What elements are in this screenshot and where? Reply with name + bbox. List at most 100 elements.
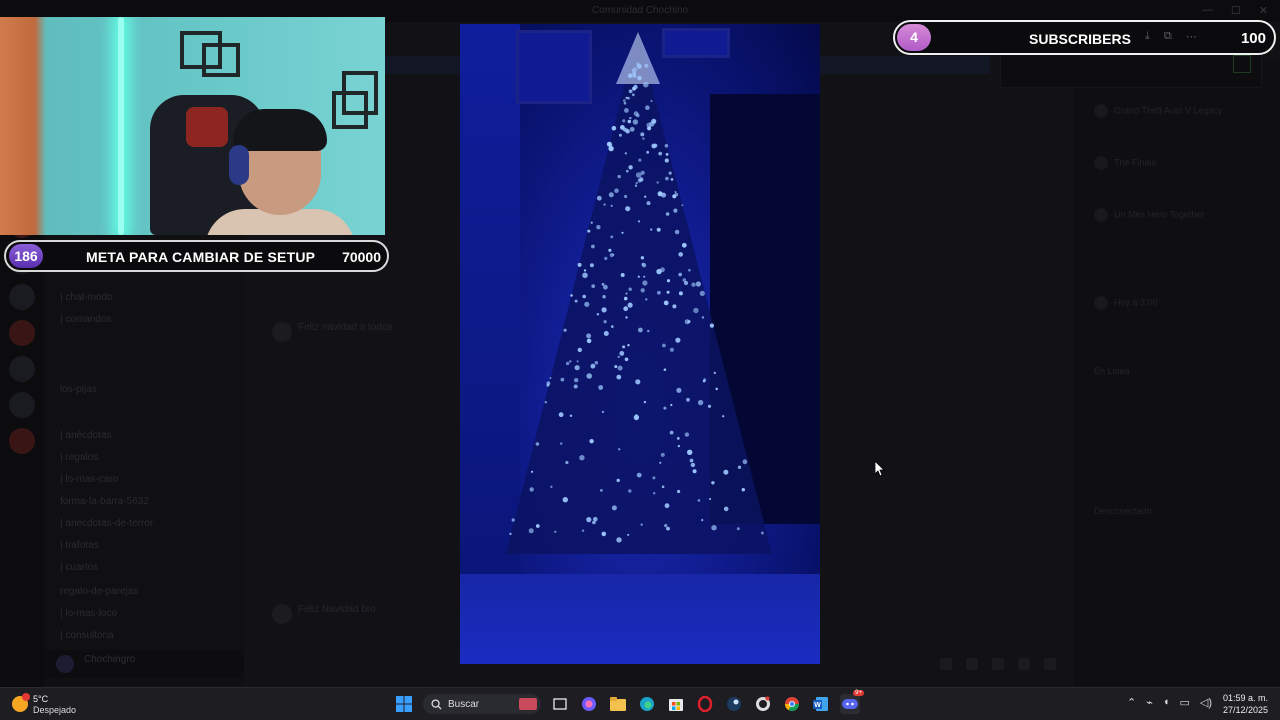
channel-item[interactable]: los-pijas (60, 384, 97, 395)
gear-icon[interactable] (1018, 658, 1030, 670)
tree-light (614, 365, 618, 369)
tree-light (591, 244, 595, 249)
opera-icon[interactable] (695, 694, 715, 714)
weather-condition: Despejado (33, 705, 77, 715)
steam-icon[interactable] (724, 694, 744, 714)
network-icon[interactable]: ⌁ (1146, 696, 1153, 709)
fullscreen-icon[interactable] (1044, 658, 1056, 670)
tree-light (635, 379, 641, 385)
subscribers-count: 4 (897, 24, 931, 51)
tree-light (573, 384, 578, 389)
tree-light (576, 360, 579, 363)
minimize-icon[interactable]: — (1202, 4, 1213, 17)
headset-icon (229, 145, 249, 185)
server-icon[interactable] (9, 356, 35, 382)
taskbar: 5°C Despejado Buscar W 9+ ⌃ ⌁ ◖ ▭ ◁) 01:… (0, 687, 1280, 720)
close-icon[interactable]: ✕ (1259, 4, 1268, 17)
avatar[interactable] (272, 604, 292, 624)
copilot-icon[interactable] (579, 694, 599, 714)
headset-icon[interactable] (966, 658, 978, 670)
channel-item[interactable]: forma-la-barra-5632 (60, 496, 149, 507)
taskbar-search[interactable]: Buscar (423, 694, 541, 714)
discord-icon[interactable]: 9+ (840, 690, 864, 714)
tree-light (590, 363, 596, 369)
window-controls[interactable]: — ☐ ✕ (1202, 4, 1268, 17)
mic-icon[interactable] (940, 658, 952, 670)
taskbar-clock[interactable]: 01:59 a. m. 27/12/2025 (1223, 692, 1268, 716)
notification-dot (22, 693, 30, 701)
tree-light (632, 119, 639, 125)
tree-light (688, 268, 691, 272)
tree-light (656, 227, 661, 232)
tree-light (589, 263, 594, 268)
more-icon[interactable]: ⋯ (1186, 30, 1197, 43)
shared-video[interactable] (460, 24, 820, 664)
subscribers-goal-bar: 4 SUBSCRIBERS ⤓ ⧉ ⋯ 100 (893, 20, 1276, 55)
tree-light (608, 248, 612, 252)
member-item[interactable]: Un Mes Hero Together (1094, 208, 1204, 222)
channel-item[interactable]: | regalos (60, 452, 98, 463)
member-item[interactable]: Hoy a 3:00 (1094, 296, 1158, 310)
weather-widget[interactable]: 5°C Despejado (10, 693, 120, 717)
channel-item[interactable]: | cuartos (60, 562, 98, 573)
display-icon[interactable]: ▭ (1179, 696, 1189, 709)
subscribers-label: SUBSCRIBERS (1029, 31, 1131, 47)
tree-light (617, 365, 623, 371)
group-label: Desconectado (1094, 506, 1152, 516)
tree-light (604, 256, 608, 261)
popout-icon[interactable]: ⧉ (1164, 30, 1172, 43)
github-icon[interactable] (753, 694, 773, 714)
word-icon[interactable]: W (811, 694, 831, 714)
member-item[interactable]: The Finals (1094, 156, 1156, 170)
server-icon[interactable] (9, 284, 35, 310)
check-icon[interactable] (1233, 55, 1251, 73)
channel-item[interactable]: | anecdotas-de-terror (60, 518, 153, 529)
download-icon[interactable]: ⤓ (1145, 30, 1150, 43)
server-icon[interactable] (9, 428, 35, 454)
channel-item[interactable]: | lo-mas-loco (60, 608, 117, 619)
avatar[interactable] (56, 655, 74, 673)
channel-item[interactable]: | consultoria (60, 630, 114, 641)
avatar (1094, 208, 1108, 222)
channel-item[interactable]: | trafotas (60, 540, 99, 551)
member-item[interactable]: Grand Theft Auto V Legacy (1094, 104, 1222, 118)
tree-light (577, 262, 582, 267)
channel-item[interactable]: | lo-mas-caro (60, 474, 118, 485)
server-icon[interactable] (9, 320, 35, 346)
tree-light (618, 133, 622, 137)
tree-light (627, 302, 633, 308)
channel-item[interactable]: | anécdotas (60, 430, 112, 441)
avatar[interactable] (272, 322, 292, 342)
tree-light (666, 290, 670, 294)
tree-light (529, 487, 534, 492)
channel-item[interactable]: | chat-modo (60, 292, 113, 303)
microsoft-store-icon[interactable] (666, 694, 686, 714)
tree-light (669, 347, 674, 352)
tree-light (628, 89, 633, 94)
tree-light (586, 333, 592, 339)
tree-light (650, 228, 653, 231)
volume-icon[interactable]: ◁) (1200, 696, 1212, 709)
chevron-up-icon[interactable]: ⌃ (1127, 696, 1136, 709)
tree-light (657, 290, 661, 295)
chrome-icon[interactable] (782, 694, 802, 714)
tree-light (569, 414, 573, 417)
tree-light (608, 145, 614, 152)
maximize-icon[interactable]: ☐ (1231, 4, 1241, 17)
file-explorer-icon[interactable] (608, 694, 628, 714)
channel-item[interactable]: | comandos (60, 314, 112, 325)
windows-start-icon[interactable] (394, 694, 414, 714)
tree-light (709, 497, 712, 501)
tree-light (589, 439, 594, 444)
user-panel[interactable]: Chochingro (44, 650, 244, 678)
tree-light (601, 531, 607, 537)
microphone-icon[interactable]: ◖ (1163, 696, 1170, 709)
tree-light (664, 503, 670, 509)
task-view-icon[interactable] (550, 694, 570, 714)
edge-browser-icon[interactable] (637, 694, 657, 714)
tree-light (660, 267, 665, 273)
screen-icon[interactable] (992, 658, 1004, 670)
weather-temperature: 5°C (33, 694, 49, 704)
channel-item[interactable]: regalo-de-parejas (60, 586, 138, 597)
server-icon[interactable] (9, 392, 35, 418)
